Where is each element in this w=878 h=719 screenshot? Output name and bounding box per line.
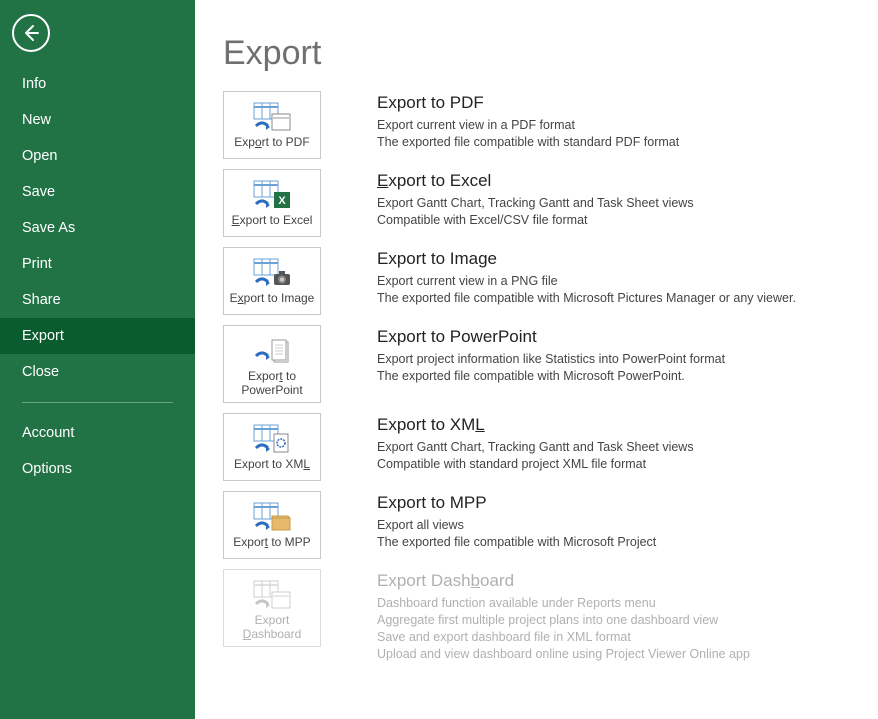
sidebar-item-open[interactable]: Open <box>0 138 195 174</box>
desc-line: Upload and view dashboard online using P… <box>377 646 750 663</box>
desc-title: Export to PowerPoint <box>377 327 725 347</box>
sidebar-item-options[interactable]: Options <box>0 451 195 487</box>
desc-title: Export to Excel <box>377 171 694 191</box>
sidebar-item-label: Info <box>22 76 46 92</box>
desc-line: Save and export dashboard file in XML fo… <box>377 629 750 646</box>
export-desc-pdf: Export to PDF Export current view in a P… <box>377 91 679 151</box>
sidebar-item-label: Print <box>22 256 52 272</box>
desc-title: Export Dashboard <box>377 571 750 591</box>
sidebar-item-label: New <box>22 112 51 128</box>
sidebar-item-print[interactable]: Print <box>0 246 195 282</box>
sidebar-item-label: Options <box>22 461 72 477</box>
desc-line: The exported file compatible with Micros… <box>377 368 725 385</box>
export-pdf-icon <box>252 98 292 132</box>
tile-label: Export to Excel <box>232 213 313 227</box>
desc-line: Aggregate first multiple project plans i… <box>377 612 750 629</box>
desc-line: Export all views <box>377 517 656 534</box>
sidebar-divider <box>22 402 173 403</box>
desc-line: Compatible with Excel/CSV file format <box>377 212 694 229</box>
sidebar-item-save-as[interactable]: Save As <box>0 210 195 246</box>
tile-label: Export to XML <box>234 457 310 471</box>
sidebar-item-account[interactable]: Account <box>0 415 195 451</box>
export-row-xml: Export to XML Export to XML Export Gantt… <box>223 413 850 481</box>
sidebar-item-share[interactable]: Share <box>0 282 195 318</box>
back-button[interactable] <box>12 14 50 52</box>
export-desc-dashboard: Export Dashboard Dashboard function avai… <box>377 569 750 663</box>
main-content: Export Export to PDF Export to PDF Expor <box>195 0 878 719</box>
export-row-powerpoint: Export toPowerPoint Export to PowerPoint… <box>223 325 850 403</box>
sidebar-item-label: Account <box>22 425 74 441</box>
page-title: Export <box>223 34 850 73</box>
desc-line: Export Gantt Chart, Tracking Gantt and T… <box>377 439 694 456</box>
desc-title: Export to MPP <box>377 493 656 513</box>
tile-export-image[interactable]: Export to Image <box>223 247 321 315</box>
export-row-excel: X Export to Excel Export to Excel Export… <box>223 169 850 237</box>
export-row-pdf: Export to PDF Export to PDF Export curre… <box>223 91 850 159</box>
export-powerpoint-icon <box>252 332 292 366</box>
backstage-sidebar: Info New Open Save Save As Print Share E… <box>0 0 195 719</box>
export-mpp-icon <box>252 498 292 532</box>
sidebar-item-label: Share <box>22 292 61 308</box>
tile-label: Export toPowerPoint <box>241 369 302 397</box>
export-desc-image: Export to Image Export current view in a… <box>377 247 796 307</box>
sidebar-item-label: Close <box>22 364 59 380</box>
tile-label: Export to PDF <box>234 135 309 149</box>
desc-title: Export to Image <box>377 249 796 269</box>
desc-title: Export to PDF <box>377 93 679 113</box>
back-arrow-icon <box>21 23 41 43</box>
sidebar-item-close[interactable]: Close <box>0 354 195 390</box>
export-row-image: Export to Image Export to Image Export c… <box>223 247 850 315</box>
desc-line: Compatible with standard project XML fil… <box>377 456 694 473</box>
export-dashboard-icon <box>252 576 292 610</box>
sidebar-item-info[interactable]: Info <box>0 66 195 102</box>
desc-line: Dashboard function available under Repor… <box>377 595 750 612</box>
tile-label: Export to MPP <box>233 535 310 549</box>
sidebar-item-label: Save As <box>22 220 75 236</box>
tile-export-powerpoint[interactable]: Export toPowerPoint <box>223 325 321 403</box>
export-desc-mpp: Export to MPP Export all views The expor… <box>377 491 656 551</box>
tile-export-pdf[interactable]: Export to PDF <box>223 91 321 159</box>
sidebar-item-save[interactable]: Save <box>0 174 195 210</box>
sidebar-item-export[interactable]: Export <box>0 318 195 354</box>
export-excel-icon: X <box>252 176 292 210</box>
export-image-icon <box>252 254 292 288</box>
desc-line: Export current view in a PNG file <box>377 273 796 290</box>
export-row-mpp: Export to MPP Export to MPP Export all v… <box>223 491 850 559</box>
desc-line: The exported file compatible with standa… <box>377 134 679 151</box>
sidebar-item-new[interactable]: New <box>0 102 195 138</box>
export-row-dashboard: ExportDashboard Export Dashboard Dashboa… <box>223 569 850 663</box>
export-desc-powerpoint: Export to PowerPoint Export project info… <box>377 325 725 385</box>
tile-export-xml[interactable]: Export to XML <box>223 413 321 481</box>
desc-line: The exported file compatible with Micros… <box>377 290 796 307</box>
desc-line: Export project information like Statisti… <box>377 351 725 368</box>
export-xml-icon <box>252 420 292 454</box>
desc-line: Export Gantt Chart, Tracking Gantt and T… <box>377 195 694 212</box>
desc-line: The exported file compatible with Micros… <box>377 534 656 551</box>
sidebar-item-label: Open <box>22 148 57 164</box>
sidebar-item-label: Save <box>22 184 55 200</box>
desc-title: Export to XML <box>377 415 694 435</box>
sidebar-item-label: Export <box>22 328 64 344</box>
svg-text:X: X <box>278 195 286 207</box>
tile-export-mpp[interactable]: Export to MPP <box>223 491 321 559</box>
desc-line: Export current view in a PDF format <box>377 117 679 134</box>
tile-export-dashboard: ExportDashboard <box>223 569 321 647</box>
export-desc-xml: Export to XML Export Gantt Chart, Tracki… <box>377 413 694 473</box>
tile-label: ExportDashboard <box>243 613 302 641</box>
tile-export-excel[interactable]: X Export to Excel <box>223 169 321 237</box>
tile-label: Export to Image <box>230 291 315 305</box>
export-desc-excel: Export to Excel Export Gantt Chart, Trac… <box>377 169 694 229</box>
